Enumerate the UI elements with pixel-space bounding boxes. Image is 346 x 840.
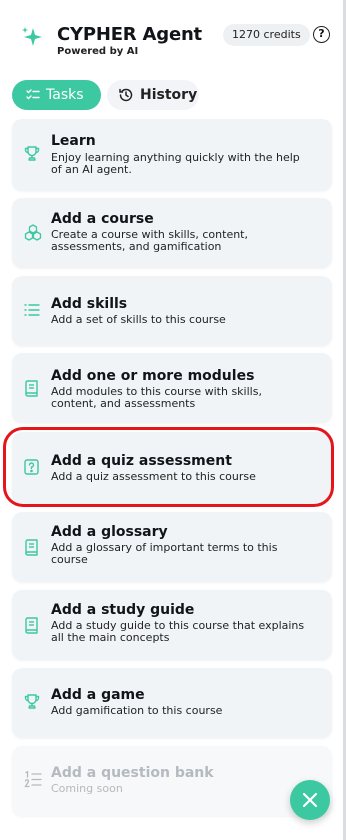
book-icon [25, 617, 38, 634]
app-title: CYPHER Agent [57, 24, 202, 45]
trophy-icon [24, 146, 40, 161]
app-header: CYPHER Agent Powered by AI 1270 credits … [0, 0, 343, 72]
task-card-add-question-bank: Add a question bank Coming soon [12, 746, 332, 816]
task-title: Add a course [51, 211, 154, 227]
task-title: Add skills [51, 296, 128, 312]
sparkle-logo-icon [22, 27, 42, 46]
checklist-icon [26, 89, 40, 100]
blocks-icon [24, 224, 42, 241]
task-title: Add one or more modules [51, 368, 255, 384]
task-title: Add a glossary [51, 524, 168, 540]
history-icon [119, 88, 133, 102]
tab-label: Tasks [46, 87, 84, 103]
tab-tasks[interactable]: Tasks [12, 80, 101, 110]
task-card-add-skills[interactable]: Add skills Add a set of skills to this c… [12, 276, 332, 346]
app-subtitle: Powered by AI [57, 46, 139, 57]
task-description: Coming soon [51, 782, 123, 795]
close-icon [302, 792, 318, 808]
tab-label: History [140, 87, 198, 103]
task-card-add-study-guide[interactable]: Add a study guide Add a study guide to t… [12, 590, 332, 660]
help-icon[interactable]: ? [313, 26, 330, 43]
book-icon [25, 539, 38, 556]
task-description: Add a set of skills to this course [51, 313, 226, 326]
numbered-list-icon [24, 771, 42, 788]
task-card-add-modules[interactable]: Add one or more modules Add modules to t… [12, 353, 332, 423]
task-title: Add a study guide [51, 602, 195, 618]
task-description: Enjoy learning anything quickly with the… [51, 151, 300, 176]
close-fab-button[interactable] [290, 780, 330, 820]
list-icon [24, 304, 40, 316]
task-title: Add a question bank [51, 765, 214, 781]
task-card-learn[interactable]: Learn Enjoy learning anything quickly wi… [12, 119, 332, 191]
task-description: Create a course with skills, content, as… [51, 228, 248, 253]
task-card-add-course[interactable]: Add a course Create a course with skills… [12, 198, 332, 268]
highlight-outline [3, 427, 334, 507]
trophy-icon [24, 694, 40, 709]
credits-badge[interactable]: 1270 credits [223, 24, 310, 46]
task-title: Learn [51, 133, 96, 149]
task-card-add-game[interactable]: Add a game Add gamification to this cour… [12, 668, 332, 738]
task-description: Add a glossary of important terms to thi… [51, 541, 278, 566]
book-icon [25, 380, 38, 397]
task-description: Add gamification to this course [51, 704, 223, 717]
task-description: Add a study guide to this course that ex… [51, 619, 305, 644]
tab-history[interactable]: History [107, 80, 199, 110]
task-title: Add a game [51, 687, 145, 703]
task-description: Add modules to this course with skills, … [51, 385, 262, 410]
task-card-add-glossary[interactable]: Add a glossary Add a glossary of importa… [12, 512, 332, 582]
